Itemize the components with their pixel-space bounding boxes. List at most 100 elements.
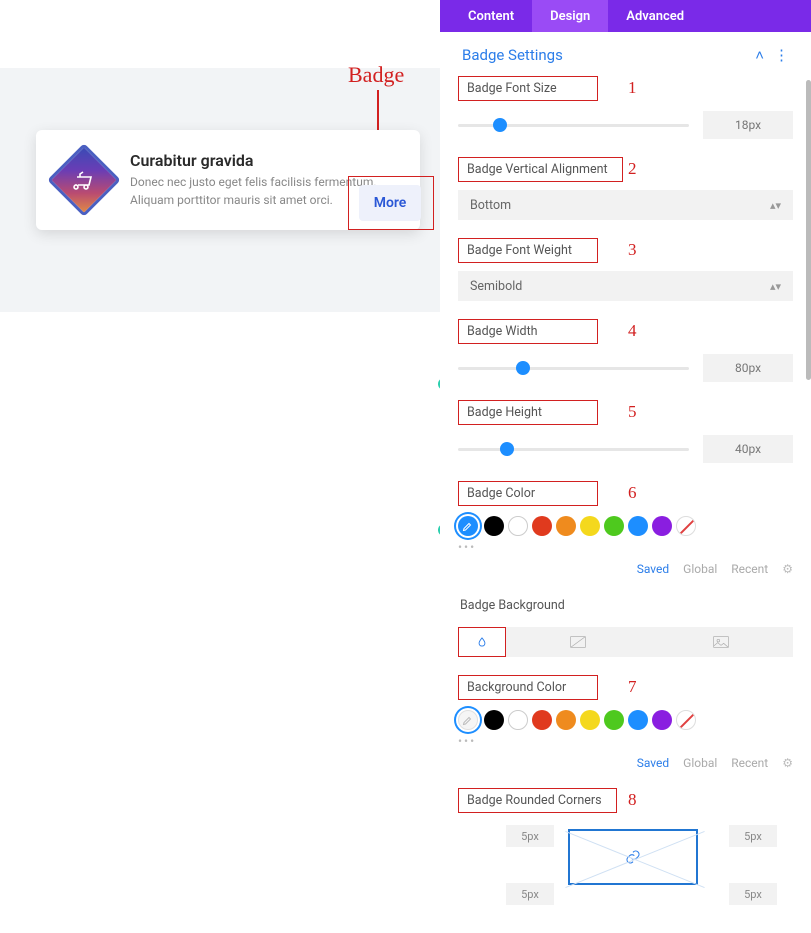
label-badge-color: Badge Color xyxy=(458,481,598,506)
control-font-weight: Badge Font Weight 3 Semibold ▴▾ xyxy=(458,238,793,301)
panel-tabs: Content Design Advanced xyxy=(440,0,811,32)
swatch-red[interactable] xyxy=(532,710,552,730)
annotation-num-1: 1 xyxy=(628,78,637,98)
tab-advanced[interactable]: Advanced xyxy=(608,0,702,32)
palette-tabs: Saved Global Recent ⚙ xyxy=(458,756,793,770)
bgcolor-swatches xyxy=(458,710,793,730)
image-icon xyxy=(713,636,729,648)
annotation-num-6: 6 xyxy=(628,483,637,503)
control-badge-width: Badge Width 4 80px xyxy=(458,319,793,382)
swatch-white[interactable] xyxy=(508,516,528,536)
swatch-black[interactable] xyxy=(484,516,504,536)
swatch-none[interactable] xyxy=(676,710,696,730)
label-vertical-alignment: Badge Vertical Alignment xyxy=(458,157,623,182)
bg-tab-image[interactable] xyxy=(650,627,794,657)
label-background-color: Background Color xyxy=(458,675,598,700)
swatch-none[interactable] xyxy=(676,516,696,536)
slider-badge-font-size[interactable] xyxy=(458,118,689,132)
label-font-weight: Badge Font Weight xyxy=(458,238,598,263)
card-title: Curabitur gravida xyxy=(130,151,404,170)
control-rounded-corners: Badge Rounded Corners 8 5px 5px 5px 5px xyxy=(458,788,793,905)
palette-tab-saved[interactable]: Saved xyxy=(637,562,669,576)
value-badge-font-size[interactable]: 18px xyxy=(703,111,793,139)
control-badge-background: Badge Background xyxy=(458,594,793,657)
card-icon xyxy=(52,148,116,212)
select-font-weight[interactable]: Semibold ▴▾ xyxy=(458,271,793,301)
control-badge-color: Badge Color 6 ••• Saved Global Re xyxy=(458,481,793,576)
more-dots-icon[interactable]: ••• xyxy=(458,540,793,554)
swatch-orange[interactable] xyxy=(556,516,576,536)
more-icon[interactable]: ⋮ xyxy=(774,46,789,64)
label-badge-width: Badge Width xyxy=(458,319,598,344)
paint-icon xyxy=(475,635,489,649)
bg-tab-color[interactable] xyxy=(458,627,506,657)
select-vertical-alignment[interactable]: Bottom ▴▾ xyxy=(458,190,793,220)
corner-bottom-left[interactable]: 5px xyxy=(506,883,554,905)
palette-tabs: Saved Global Recent ⚙ xyxy=(458,562,793,576)
color-swatches xyxy=(458,516,793,536)
swatch-yellow[interactable] xyxy=(580,516,600,536)
palette-tab-recent[interactable]: Recent xyxy=(731,756,768,770)
select-font-weight-value: Semibold xyxy=(470,279,522,294)
select-vertical-alignment-value: Bottom xyxy=(470,198,511,213)
palette-tab-recent[interactable]: Recent xyxy=(731,562,768,576)
swatch-black[interactable] xyxy=(484,710,504,730)
value-badge-width[interactable]: 80px xyxy=(703,354,793,382)
preview-area: Badge Curabitur gravida Donec nec justo … xyxy=(0,0,440,750)
corners-widget: 5px 5px 5px 5px xyxy=(458,825,793,905)
swatch-orange[interactable] xyxy=(556,710,576,730)
color-picker-icon[interactable] xyxy=(458,710,478,730)
control-badge-font-size: Badge Font Size 1 18px xyxy=(458,76,793,139)
corner-top-right[interactable]: 5px xyxy=(729,825,777,847)
control-vertical-alignment: Badge Vertical Alignment 2 Bottom ▴▾ xyxy=(458,157,793,220)
section-title: Badge Settings xyxy=(462,46,563,64)
swatch-purple[interactable] xyxy=(652,516,672,536)
palette-tab-global[interactable]: Global xyxy=(683,562,717,576)
annotation-num-7: 7 xyxy=(628,677,637,697)
value-badge-height[interactable]: 40px xyxy=(703,435,793,463)
palette-tab-global[interactable]: Global xyxy=(683,756,717,770)
label-badge-font-size: Badge Font Size xyxy=(458,76,598,101)
tab-content[interactable]: Content xyxy=(450,0,532,32)
annotation-num-2: 2 xyxy=(628,159,637,179)
swatch-purple[interactable] xyxy=(652,710,672,730)
swatch-red[interactable] xyxy=(532,516,552,536)
annotation-num-8: 8 xyxy=(628,790,637,810)
gear-icon[interactable]: ⚙ xyxy=(782,756,793,770)
link-corners-toggle[interactable] xyxy=(568,829,698,885)
bg-tab-gradient[interactable] xyxy=(506,627,650,657)
swatch-green[interactable] xyxy=(604,516,624,536)
label-badge-height: Badge Height xyxy=(458,400,598,425)
annotation-badge-label: Badge xyxy=(348,62,404,88)
color-picker-icon[interactable] xyxy=(458,516,478,536)
controls: Badge Font Size 1 18px Badge Vertical Al… xyxy=(440,76,811,933)
settings-panel: Content Design Advanced Badge Settings ˄… xyxy=(440,0,811,750)
more-dots-icon[interactable]: ••• xyxy=(458,734,793,748)
corner-bottom-right[interactable]: 5px xyxy=(729,883,777,905)
slider-badge-width[interactable] xyxy=(458,361,689,375)
chevron-up-icon[interactable]: ˄ xyxy=(755,46,764,64)
background-type-tabs xyxy=(458,627,793,657)
control-badge-height: Badge Height 5 40px xyxy=(458,400,793,463)
swatch-green[interactable] xyxy=(604,710,624,730)
corner-top-left[interactable]: 5px xyxy=(506,825,554,847)
annotation-num-3: 3 xyxy=(628,240,637,260)
swatch-blue[interactable] xyxy=(628,710,648,730)
gear-icon[interactable]: ⚙ xyxy=(782,562,793,576)
tab-design[interactable]: Design xyxy=(532,0,608,32)
control-background-color: Background Color 7 ••• Saved Global xyxy=(458,675,793,770)
palette-tab-saved[interactable]: Saved xyxy=(637,756,669,770)
chevron-updown-icon: ▴▾ xyxy=(770,280,781,293)
scrollbar[interactable] xyxy=(806,80,811,380)
slider-badge-height[interactable] xyxy=(458,442,689,456)
swatch-blue[interactable] xyxy=(628,516,648,536)
badge-highlight-box: More xyxy=(348,176,434,230)
badge-button[interactable]: More xyxy=(359,185,421,221)
swatch-white[interactable] xyxy=(508,710,528,730)
label-rounded-corners: Badge Rounded Corners xyxy=(458,788,617,813)
section-header[interactable]: Badge Settings ˄ ⋮ xyxy=(440,32,811,76)
swatch-yellow[interactable] xyxy=(580,710,600,730)
diamond-icon xyxy=(47,143,121,217)
annotation-num-5: 5 xyxy=(628,402,637,422)
annotation-num-4: 4 xyxy=(628,321,637,341)
